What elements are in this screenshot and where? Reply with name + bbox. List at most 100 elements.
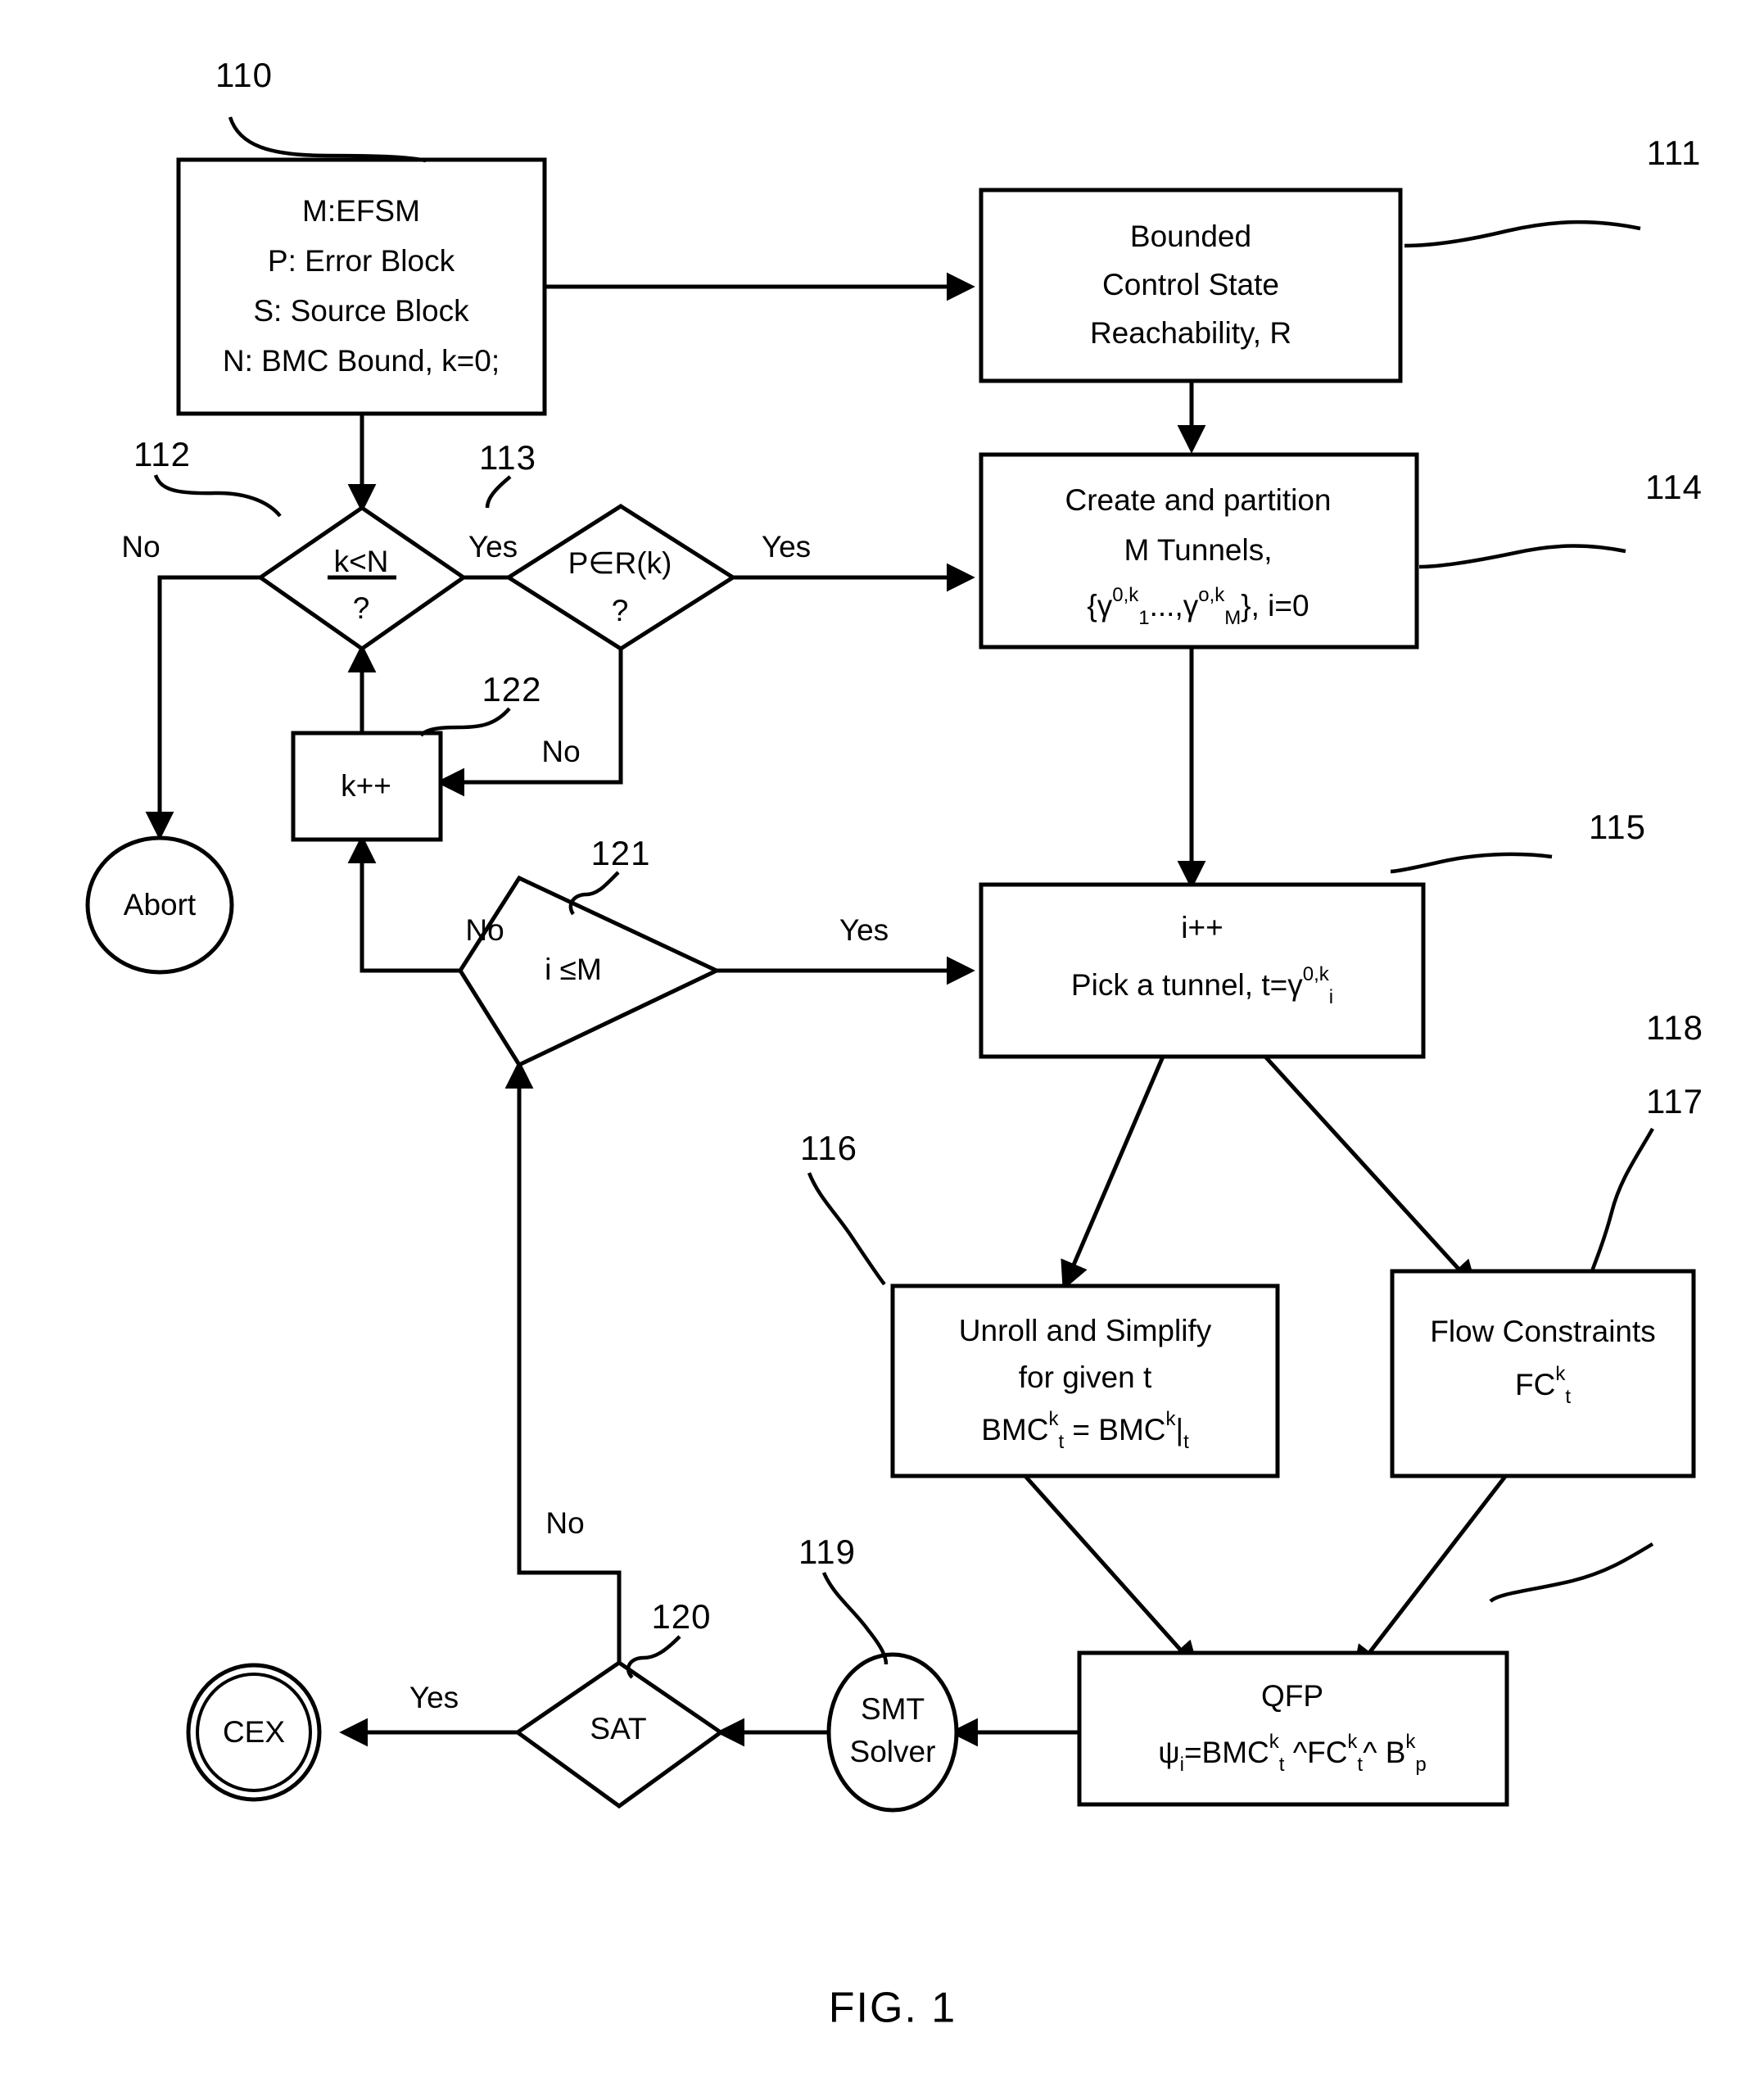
node-110-line4: N: BMC Bound, k=0; bbox=[223, 344, 500, 378]
n114-l3-bsub: M bbox=[1224, 607, 1241, 629]
edge-label-121-no: No bbox=[465, 913, 504, 947]
node-114-line1: Create and partition bbox=[1065, 483, 1332, 517]
node-119[interactable]: SMT Solver bbox=[826, 1652, 959, 1813]
edge-label-120-yes: Yes bbox=[409, 1681, 459, 1714]
n114-l3-bsup: o,k bbox=[1198, 584, 1225, 606]
ref-111: 111 bbox=[1404, 134, 1702, 248]
n118-l2-bsup: k bbox=[1269, 1731, 1280, 1753]
node-111-line2: Control State bbox=[1102, 268, 1279, 301]
ref-114: 114 bbox=[1418, 468, 1703, 569]
node-cex[interactable]: CEX bbox=[186, 1663, 322, 1802]
node-120-line1: SAT bbox=[590, 1712, 646, 1745]
node-abort-label: Abort bbox=[124, 888, 197, 921]
n118-l2-dsub: p bbox=[1415, 1754, 1426, 1776]
node-119-line1: SMT bbox=[861, 1692, 925, 1726]
ref-122-text: 122 bbox=[482, 670, 541, 708]
n114-l3-asup: 0,k bbox=[1112, 584, 1139, 606]
node-122[interactable]: k++ bbox=[291, 731, 443, 842]
n114-l3-asub: 1 bbox=[1138, 607, 1149, 629]
n118-l2-c: ^FC bbox=[1284, 1736, 1347, 1769]
node-120[interactable]: SAT bbox=[513, 1659, 725, 1809]
edge-113-to-122 bbox=[436, 647, 623, 797]
edge-label-121-yes: Yes bbox=[839, 913, 889, 947]
node-115-line1: i++ bbox=[1181, 911, 1223, 944]
ref-121: 121 bbox=[568, 834, 650, 916]
node-abort[interactable]: Abort bbox=[85, 835, 234, 975]
edge-112-to-abort bbox=[145, 575, 260, 840]
node-113[interactable]: P∈R(k) ? bbox=[504, 504, 737, 651]
node-116-line2: for given t bbox=[1019, 1360, 1152, 1394]
edge-label-120-no: No bbox=[545, 1506, 584, 1540]
node-111-line3: Reachability, R bbox=[1090, 316, 1291, 350]
node-115[interactable]: i++ Pick a tunnel, t=γ0,ki bbox=[979, 882, 1426, 1059]
n115-l2-asup: 0,k bbox=[1303, 963, 1330, 985]
node-112-line2: ? bbox=[353, 591, 370, 625]
node-118-line1: QFP bbox=[1261, 1679, 1323, 1713]
ref-114-text: 114 bbox=[1645, 468, 1703, 506]
ref-120-text: 120 bbox=[651, 1597, 711, 1636]
n114-l3-a: {γ bbox=[1087, 589, 1112, 622]
n116-l3-b: = BMC bbox=[1064, 1413, 1165, 1446]
edge-116-to-118 bbox=[1022, 1473, 1199, 1671]
edge-117-to-118 bbox=[1352, 1473, 1508, 1675]
ref-115: 115 bbox=[1390, 808, 1646, 874]
ref-111-text: 111 bbox=[1647, 134, 1702, 172]
n118-l2-d: ^ B bbox=[1363, 1736, 1405, 1769]
n117-l2-a: FC bbox=[1515, 1368, 1555, 1401]
flowchart-canvas: M:EFSM P: Error Block S: Source Block N:… bbox=[85, 56, 1703, 2032]
node-117-line1: Flow Constraints bbox=[1430, 1315, 1656, 1348]
ref-116-text: 116 bbox=[800, 1129, 857, 1167]
edge-label-112-no: No bbox=[121, 530, 160, 564]
node-110[interactable]: M:EFSM P: Error Block S: Source Block N:… bbox=[176, 157, 547, 416]
ref-120: 120 bbox=[626, 1597, 711, 1679]
ref-112-text: 112 bbox=[133, 435, 191, 473]
edge-115-to-117 bbox=[1264, 1055, 1477, 1290]
ref-113: 113 bbox=[479, 438, 536, 509]
node-110-line1: M:EFSM bbox=[302, 194, 420, 228]
node-113-line1: P∈R(k) bbox=[568, 546, 672, 580]
n118-l2-dsup: k bbox=[1405, 1731, 1416, 1753]
n115-l2-a: Pick a tunnel, t=γ bbox=[1071, 968, 1303, 1002]
node-117[interactable]: Flow Constraints FCkt bbox=[1390, 1269, 1696, 1478]
node-112[interactable]: k<N ? bbox=[256, 505, 468, 652]
edge-115-to-116 bbox=[1061, 1056, 1165, 1291]
ref-119-text: 119 bbox=[798, 1532, 856, 1571]
ref-115-text: 115 bbox=[1589, 808, 1646, 846]
node-114-line2: M Tunnels, bbox=[1124, 533, 1273, 567]
n116-l3-a: BMC bbox=[981, 1413, 1048, 1446]
node-110-line2: P: Error Block bbox=[268, 244, 455, 278]
n116-l3-csub: t bbox=[1183, 1431, 1189, 1453]
ref-122: 122 bbox=[419, 670, 541, 737]
figure-caption: FIG. 1 bbox=[829, 1985, 957, 2032]
ref-110-text: 110 bbox=[215, 56, 273, 94]
patent-figure: M:EFSM P: Error Block S: Source Block N:… bbox=[0, 0, 1764, 2087]
node-119-line2: Solver bbox=[850, 1735, 936, 1768]
n117-l2-asub: t bbox=[1565, 1386, 1571, 1408]
n118-l2-b: =BMC bbox=[1184, 1736, 1269, 1769]
ref-121-text: 121 bbox=[590, 834, 650, 872]
n114-l3-b: ...,γ bbox=[1150, 589, 1199, 622]
node-111[interactable]: Bounded Control State Reachability, R bbox=[979, 188, 1403, 383]
node-118[interactable]: QFP ψi=BMCkt ^FCkt^ Bkp bbox=[1077, 1650, 1509, 1807]
edge-120-to-121 bbox=[504, 1060, 622, 1663]
ref-116: 116 bbox=[800, 1129, 886, 1286]
node-112-line1: k<N bbox=[334, 545, 389, 578]
node-121[interactable]: i ≤M bbox=[458, 875, 721, 1068]
node-114[interactable]: Create and partition M Tunnels, {γ0,k1..… bbox=[979, 452, 1419, 650]
edge-label-113-no: No bbox=[541, 735, 580, 768]
node-cex-label: CEX bbox=[223, 1715, 285, 1749]
ref-117: 117 bbox=[1590, 1082, 1703, 1272]
ref-110: 110 bbox=[215, 56, 427, 163]
n115-l2-asub: i bbox=[1329, 986, 1333, 1008]
ref-113-text: 113 bbox=[479, 438, 536, 477]
n118-l2-a: ψ bbox=[1158, 1736, 1179, 1769]
edge-label-112-yes: Yes bbox=[468, 530, 518, 564]
node-113-line2: ? bbox=[612, 594, 629, 627]
ref-119: 119 bbox=[798, 1532, 889, 1665]
n114-l3-c: }, i=0 bbox=[1241, 589, 1309, 622]
n117-l2-asup: k bbox=[1555, 1363, 1566, 1385]
n118-l2-csup: k bbox=[1347, 1731, 1358, 1753]
node-116[interactable]: Unroll and Simplify for given t BMCk t = … bbox=[890, 1283, 1280, 1478]
node-116-line1: Unroll and Simplify bbox=[959, 1314, 1212, 1347]
node-122-line1: k++ bbox=[341, 769, 391, 803]
